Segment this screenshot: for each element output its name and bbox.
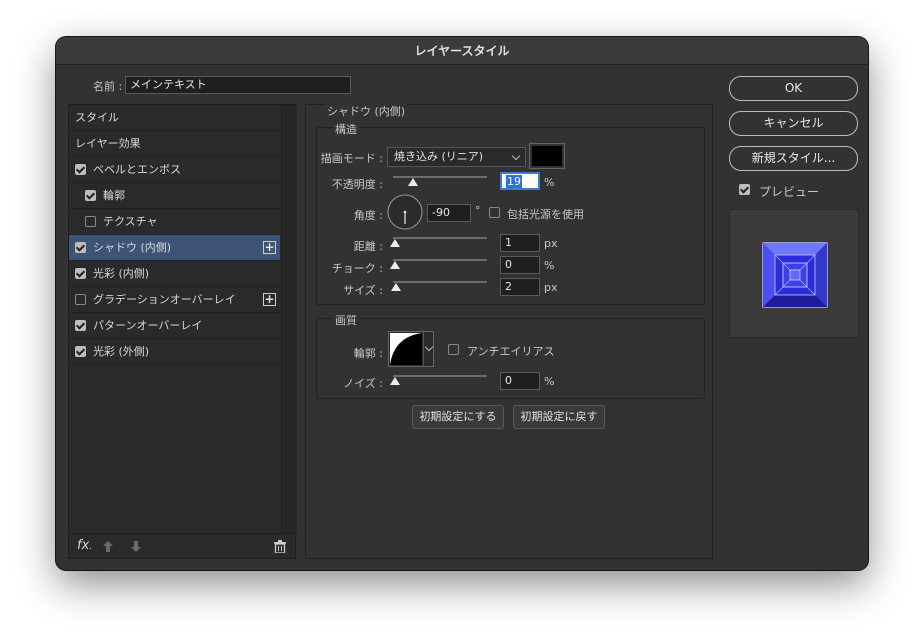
choke-slider-thumb[interactable] bbox=[390, 261, 400, 269]
style-list-item[interactable]: レイヤー効果 bbox=[69, 131, 280, 157]
name-input[interactable]: メインテキスト bbox=[125, 76, 351, 94]
reset-default-button[interactable]: 初期設定に戻す bbox=[513, 405, 605, 429]
distance-label: 距離 : bbox=[353, 240, 383, 253]
size-slider[interactable] bbox=[393, 281, 487, 283]
distance-unit: px bbox=[544, 237, 558, 250]
style-list-item[interactable]: 光彩 (外側) bbox=[69, 339, 280, 365]
opacity-label: 不透明度 : bbox=[331, 178, 383, 191]
quality-group: 画質 輪郭 : アンチエイリアス ノイズ : 0 % bbox=[316, 312, 705, 399]
move-up-icon[interactable] bbox=[103, 541, 113, 552]
choke-slider[interactable] bbox=[393, 259, 487, 261]
style-item-checkbox[interactable] bbox=[75, 164, 86, 175]
anti-alias-checkbox[interactable] bbox=[448, 344, 459, 355]
style-list-item[interactable]: テクスチャ bbox=[69, 209, 280, 235]
ok-button[interactable]: OK bbox=[729, 76, 858, 101]
style-item-label: レイヤー効果 bbox=[75, 137, 141, 150]
angle-input[interactable]: -90 bbox=[427, 204, 471, 222]
effect-settings-panel: シャドウ (内側) 構造 描画モード : 焼き込み (リニア) 不透明度 : 1… bbox=[305, 103, 713, 559]
style-item-label: 輪郭 bbox=[103, 189, 125, 202]
structure-title: 構造 bbox=[333, 121, 359, 137]
style-list-item[interactable]: スタイル bbox=[69, 105, 280, 131]
size-label: サイズ : bbox=[343, 284, 383, 297]
anti-alias-label: アンチエイリアス bbox=[467, 345, 555, 358]
global-light-checkbox[interactable] bbox=[489, 207, 500, 218]
style-list-item[interactable]: パターンオーバーレイ bbox=[69, 313, 280, 339]
add-effect-icon[interactable]: + bbox=[263, 241, 276, 254]
style-item-checkbox[interactable] bbox=[75, 242, 86, 253]
blend-mode-value: 焼き込み (リニア) bbox=[394, 150, 484, 163]
distance-input[interactable]: 1 bbox=[500, 234, 540, 252]
shadow-color-swatch[interactable] bbox=[529, 143, 565, 169]
move-down-icon[interactable] bbox=[131, 541, 141, 552]
angle-unit: ° bbox=[475, 204, 481, 217]
name-label: 名前 : bbox=[93, 80, 123, 93]
style-list-item[interactable]: 輪郭 bbox=[69, 183, 280, 209]
style-item-label: スタイル bbox=[75, 111, 119, 124]
style-list-toolbar: fx. bbox=[69, 533, 297, 559]
style-item-checkbox[interactable] bbox=[75, 346, 86, 357]
new-style-button[interactable]: 新規スタイル... bbox=[729, 146, 858, 171]
style-list-item[interactable]: シャドウ (内側) + bbox=[69, 235, 280, 261]
contour-label: 輪郭 : bbox=[353, 347, 383, 360]
angle-label: 角度 : bbox=[353, 209, 383, 222]
size-unit: px bbox=[544, 281, 558, 294]
fx-icon[interactable]: fx. bbox=[77, 538, 92, 553]
opacity-input[interactable]: 19 bbox=[500, 172, 540, 190]
style-item-label: パターンオーバーレイ bbox=[93, 319, 203, 332]
style-list-item[interactable]: ベベルとエンボス bbox=[69, 157, 280, 183]
chevron-down-icon bbox=[424, 342, 434, 352]
trash-icon[interactable] bbox=[274, 540, 286, 553]
noise-slider-thumb[interactable] bbox=[390, 377, 400, 385]
blend-mode-label: 描画モード : bbox=[320, 152, 383, 165]
distance-slider[interactable] bbox=[393, 237, 487, 239]
structure-group: 構造 描画モード : 焼き込み (リニア) 不透明度 : 19 % 角度 : -… bbox=[316, 121, 705, 305]
opacity-unit: % bbox=[544, 176, 555, 189]
style-item-label: 光彩 (内側) bbox=[93, 267, 150, 280]
style-item-checkbox[interactable] bbox=[85, 190, 96, 201]
preview-image bbox=[762, 242, 828, 308]
style-list-item[interactable]: グラデーションオーバーレイ + bbox=[69, 287, 280, 313]
style-list: スタイルレイヤー効果ベベルとエンボス輪郭テクスチャシャドウ (内側) + 光彩 (内… bbox=[68, 104, 297, 559]
cancel-button[interactable]: キャンセル bbox=[729, 111, 858, 136]
style-list-item[interactable]: 光彩 (内側) bbox=[69, 261, 280, 287]
preview-thumbnail bbox=[729, 209, 859, 338]
choke-unit: % bbox=[544, 259, 555, 272]
make-default-button[interactable]: 初期設定にする bbox=[412, 405, 504, 429]
noise-unit: % bbox=[544, 375, 555, 388]
quality-title: 画質 bbox=[333, 312, 359, 328]
distance-slider-thumb[interactable] bbox=[390, 239, 400, 247]
contour-picker[interactable] bbox=[388, 331, 434, 367]
size-input[interactable]: 2 bbox=[500, 278, 540, 296]
style-item-label: テクスチャ bbox=[103, 215, 158, 228]
global-light-label: 包括光源を使用 bbox=[507, 208, 584, 221]
style-item-label: 光彩 (外側) bbox=[93, 345, 150, 358]
dialog-title: レイヤースタイル bbox=[56, 37, 868, 65]
angle-dial[interactable] bbox=[387, 194, 423, 230]
chevron-down-icon bbox=[511, 151, 521, 161]
choke-input[interactable]: 0 bbox=[500, 256, 540, 274]
style-item-checkbox[interactable] bbox=[75, 268, 86, 279]
contour-curve-icon bbox=[390, 333, 422, 365]
opacity-slider-thumb[interactable] bbox=[407, 178, 418, 186]
panel-title: シャドウ (内側) bbox=[325, 103, 408, 119]
size-slider-thumb[interactable] bbox=[390, 283, 401, 291]
noise-label: ノイズ : bbox=[343, 377, 383, 390]
noise-input[interactable]: 0 bbox=[500, 372, 540, 390]
style-item-label: グラデーションオーバーレイ bbox=[93, 293, 236, 306]
noise-slider[interactable] bbox=[393, 375, 487, 377]
style-list-scrollbar[interactable] bbox=[281, 105, 297, 533]
style-item-checkbox[interactable] bbox=[75, 294, 86, 305]
add-effect-icon[interactable]: + bbox=[263, 293, 276, 306]
style-item-label: シャドウ (内側) bbox=[93, 241, 172, 254]
style-item-checkbox[interactable] bbox=[85, 216, 96, 227]
style-item-label: ベベルとエンボス bbox=[93, 163, 181, 176]
opacity-value: 19 bbox=[506, 175, 522, 188]
preview-checkbox[interactable] bbox=[739, 184, 750, 195]
preview-label: プレビュー bbox=[759, 185, 820, 199]
style-item-checkbox[interactable] bbox=[75, 320, 86, 331]
choke-label: チョーク : bbox=[331, 262, 383, 275]
layer-style-dialog: レイヤースタイル 名前 : メインテキスト スタイルレイヤー効果ベベルとエンボス… bbox=[56, 37, 868, 570]
blend-mode-select[interactable]: 焼き込み (リニア) bbox=[387, 147, 526, 167]
